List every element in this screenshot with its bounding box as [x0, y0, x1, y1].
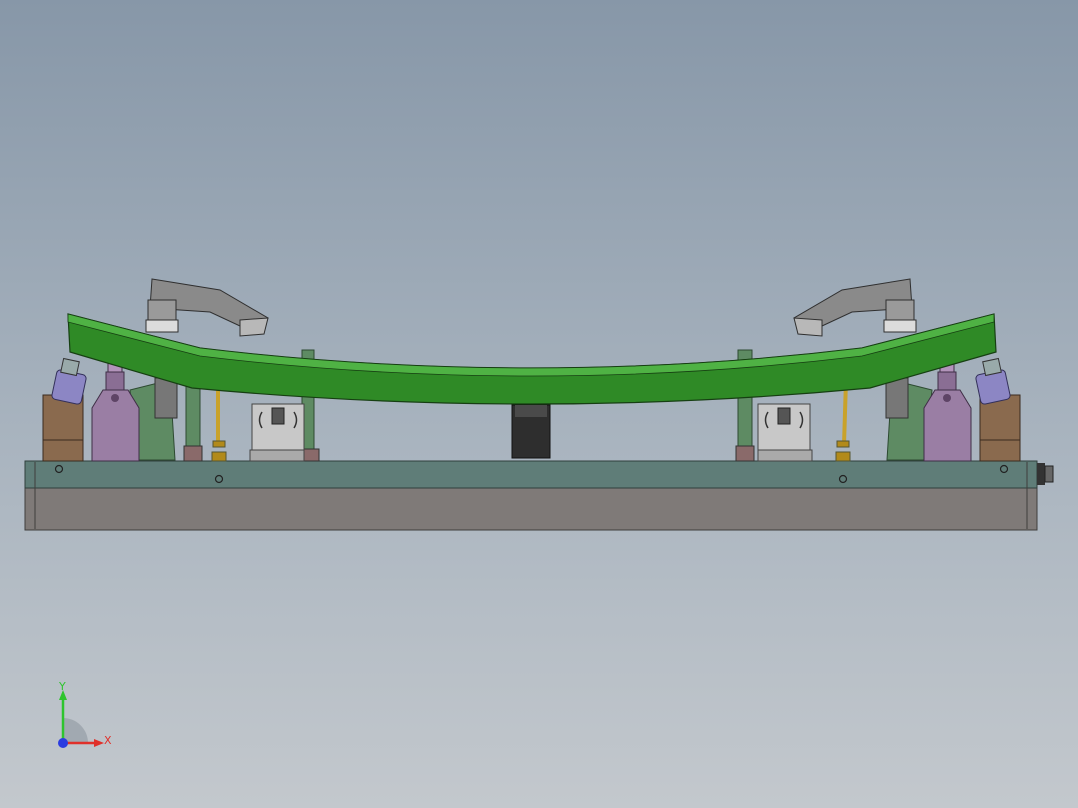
cad-viewport[interactable]: Y X	[0, 0, 1078, 808]
base-plate	[24, 460, 1038, 489]
x-axis-arrow	[94, 739, 104, 747]
air-connector	[1037, 463, 1054, 485]
base-assembly	[24, 460, 1054, 531]
base-block	[24, 485, 1038, 531]
swing-clamp-right	[793, 278, 917, 337]
center-locator	[511, 404, 551, 459]
brown-support-block	[42, 394, 84, 462]
curved-workpiece	[67, 313, 997, 405]
axis-triad: Y X	[58, 680, 112, 748]
sensor-box-right	[757, 403, 813, 462]
sensor-box-left	[249, 403, 305, 462]
actuator-right	[975, 357, 1011, 405]
clamp-cylinder-left	[91, 356, 140, 462]
z-axis-dot	[58, 738, 68, 748]
clamp-cylinder-right	[923, 356, 972, 462]
triad-arc	[63, 718, 88, 743]
y-axis-label: Y	[58, 680, 66, 693]
x-axis-label: X	[104, 734, 112, 747]
actuator-left	[51, 357, 87, 405]
swing-clamp-left	[145, 278, 269, 337]
brown-support-block	[979, 394, 1021, 462]
fixture-model-view[interactable]	[0, 0, 1078, 808]
